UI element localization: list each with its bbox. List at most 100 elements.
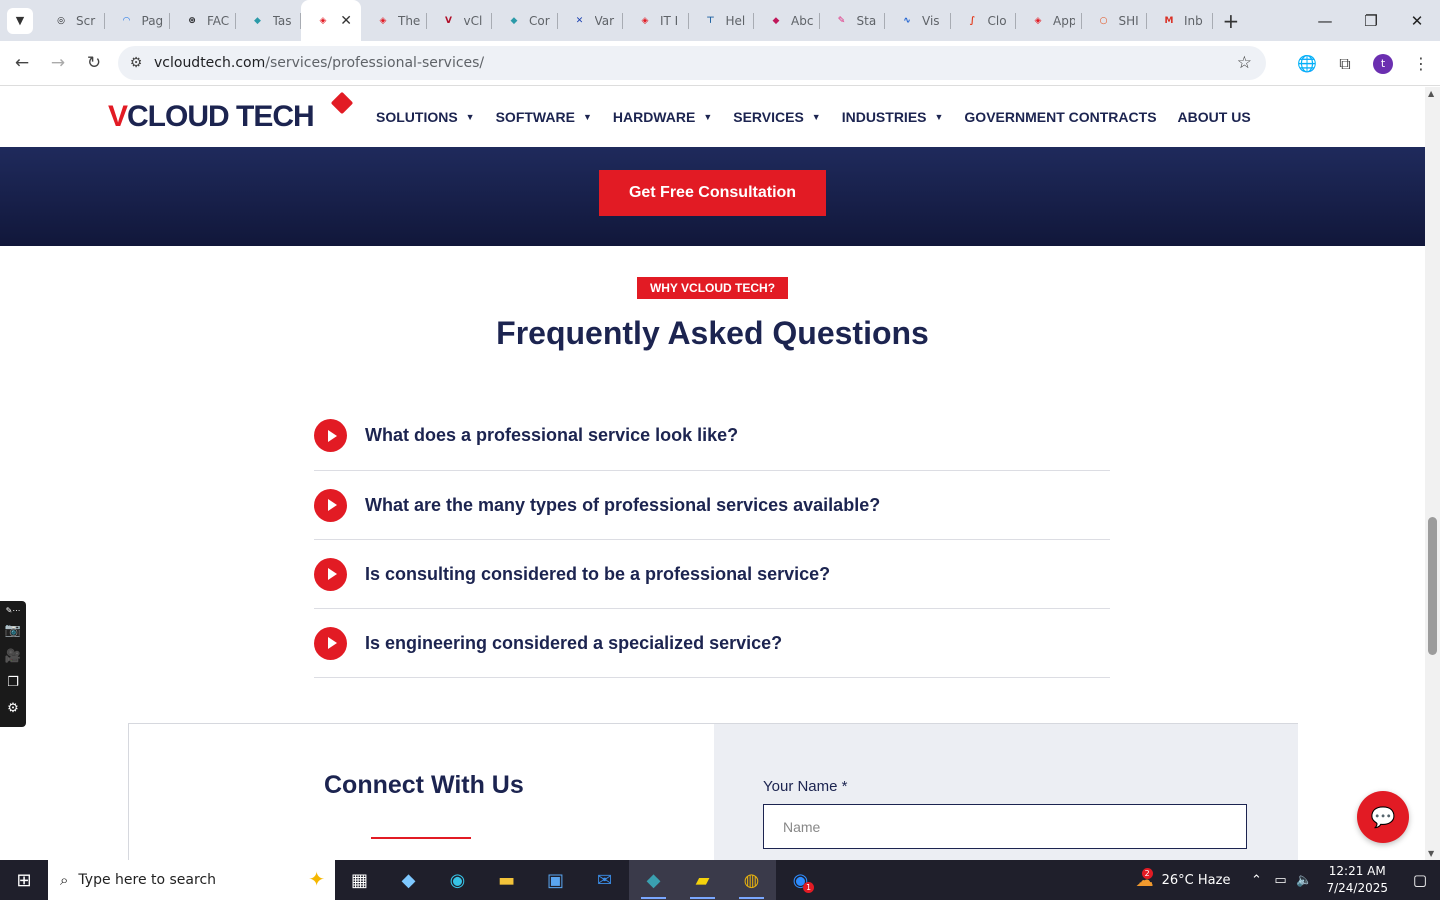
browser-tab[interactable]: ◆ Abc: [754, 0, 820, 41]
get-free-consultation-button[interactable]: Get Free Consultation: [599, 170, 826, 216]
name-input[interactable]: [763, 804, 1247, 849]
scroll-down-icon[interactable]: ▼: [1428, 849, 1434, 858]
browser-tab[interactable]: ◆ Tas: [236, 0, 302, 41]
forward-icon[interactable]: →: [40, 45, 76, 81]
new-tab-button[interactable]: +: [1223, 9, 1240, 33]
tab-favicon-icon: V: [445, 15, 452, 26]
nav-item-services[interactable]: SERVICES ▼: [733, 109, 820, 125]
notifications-icon[interactable]: ▢: [1400, 871, 1440, 889]
browser-tab[interactable]: ⊛ FAC: [170, 0, 236, 41]
minimize-icon[interactable]: —: [1302, 0, 1348, 41]
browser-tab[interactable]: ◈ App: [1016, 0, 1082, 41]
task-view-icon[interactable]: ▦: [335, 860, 384, 900]
mail-icon[interactable]: ✉: [580, 860, 629, 900]
show-hidden-icons-icon[interactable]: ⌃: [1244, 873, 1268, 888]
faq-item[interactable]: What does a professional service look li…: [314, 401, 1110, 471]
tab-title: Tas: [272, 13, 292, 28]
taskbar-search[interactable]: ⌕ Type here to search ✦: [48, 860, 335, 900]
nav-item-industries[interactable]: INDUSTRIES ▼: [842, 109, 944, 125]
file-explorer-icon[interactable]: ▬: [482, 860, 531, 900]
browser-tab[interactable]: ○ SHI: [1082, 0, 1148, 41]
site-info-icon[interactable]: ⚙: [118, 55, 154, 71]
scroll-up-icon[interactable]: ▲: [1428, 89, 1434, 98]
play-circle-icon: [314, 557, 347, 591]
nav-item-software[interactable]: SOFTWARE ▼: [496, 109, 592, 125]
store-icon[interactable]: ▣: [531, 860, 580, 900]
nav-item-government-contracts[interactable]: GOVERNMENT CONTRACTS: [964, 109, 1156, 125]
browser-tab[interactable]: ⊤ Hel: [689, 0, 755, 41]
faq-accordion: What does a professional service look li…: [314, 401, 1110, 678]
faq-item[interactable]: What are the many types of professional …: [314, 471, 1110, 540]
url-text[interactable]: vcloudtech.com/services/professional-ser…: [154, 55, 484, 71]
zoom-icon[interactable]: ◉ 1: [776, 860, 825, 900]
browser-tab[interactable]: M Inb: [1147, 0, 1213, 41]
toolbar-grip-icon[interactable]: ✎⋯: [6, 603, 21, 617]
nav-item-label: INDUSTRIES: [841, 109, 927, 125]
settings-gear-icon[interactable]: ⚙: [7, 695, 19, 721]
page-scrollbar[interactable]: ▲ ▼: [1425, 87, 1440, 860]
tab-favicon-icon: ✕: [575, 15, 584, 26]
tab-favicon-icon: ◠: [123, 15, 130, 26]
browser-tab[interactable]: ∿ Vis: [885, 0, 951, 41]
section-badge: WHY VCLOUD TECH?: [637, 277, 788, 299]
browser-tab[interactable]: ◎ Scr: [39, 0, 105, 41]
reload-icon[interactable]: ↻: [76, 45, 112, 81]
consultation-band: Get Free Consultation: [0, 147, 1425, 246]
site-logo[interactable]: VCLOUD TECH: [108, 91, 354, 137]
tab-favicon-icon: ◈: [319, 15, 327, 26]
copilot-icon[interactable]: ◆: [384, 860, 433, 900]
main-nav: SOLUTIONS ▼ SOFTWARE ▼ HARDWARE ▼ SERVICES ▼ IND…: [376, 87, 1272, 147]
browser-tab[interactable]: ✕ Var: [558, 0, 624, 41]
profile-avatar[interactable]: t: [1373, 53, 1393, 74]
chat-widget-button[interactable]: 💬: [1357, 791, 1409, 843]
app-diamond-icon[interactable]: ◆: [629, 860, 678, 900]
windows-icon[interactable]: ❐: [7, 669, 19, 695]
tab-favicon-icon: ∫: [969, 15, 976, 26]
browser-tab[interactable]: ∫ Clo: [951, 0, 1017, 41]
bookmark-star-icon[interactable]: ☆: [1237, 53, 1252, 73]
close-window-icon[interactable]: ✕: [1394, 0, 1440, 41]
camera-icon[interactable]: 📷: [5, 617, 21, 643]
network-icon[interactable]: ▭: [1268, 873, 1292, 888]
sticky-notes-icon[interactable]: ▰: [678, 860, 727, 900]
restore-icon[interactable]: ❐: [1348, 0, 1394, 41]
toolbar-actions: 🌐 ⧉ t ⋮: [1288, 41, 1440, 86]
scrollbar-thumb[interactable]: [1428, 517, 1437, 655]
translate-icon[interactable]: 🌐: [1288, 54, 1326, 73]
omnibox[interactable]: ⚙ vcloudtech.com/services/professional-s…: [118, 46, 1266, 80]
browser-tab[interactable]: ◈ The: [361, 0, 427, 41]
nav-item-hardware[interactable]: HARDWARE ▼: [613, 109, 712, 125]
close-tab-icon[interactable]: ✕: [340, 13, 352, 29]
tab-search-button[interactable]: ▼: [7, 7, 33, 34]
tab-title: Vis: [922, 13, 940, 28]
more-menu-icon[interactable]: ⋮: [1402, 54, 1440, 73]
browser-tab[interactable]: ◆ Cor: [492, 0, 558, 41]
nav-item-about-us[interactable]: ABOUT US: [1178, 109, 1251, 125]
heading-underline: [371, 837, 471, 839]
taskbar-clock[interactable]: 12:21 AM 7/24/2025: [1326, 863, 1388, 897]
nav-item-label: ABOUT US: [1177, 109, 1251, 125]
browser-tab[interactable]: ◠ Pag: [105, 0, 171, 41]
clock-time: 12:21 AM: [1328, 864, 1386, 878]
faq-item[interactable]: Is engineering considered a specialized …: [314, 609, 1110, 678]
volume-icon[interactable]: 🔈: [1292, 873, 1316, 888]
edge-icon[interactable]: ◉: [433, 860, 482, 900]
browser-tab-active[interactable]: ◈ ✕: [301, 0, 361, 41]
back-icon[interactable]: ←: [4, 45, 40, 81]
browser-tab[interactable]: ✎ Sta: [820, 0, 886, 41]
faq-item[interactable]: Is consulting considered to be a profess…: [314, 540, 1110, 609]
extensions-icon[interactable]: ⧉: [1326, 54, 1364, 74]
weather-widget[interactable]: ☁ 2 26°C Haze: [1136, 867, 1230, 891]
browser-tab[interactable]: ◈ IT I: [623, 0, 689, 41]
browser-tab[interactable]: VvCl: [427, 0, 493, 41]
url-path: /services/professional-services/: [265, 55, 485, 71]
logo-mark: V: [108, 100, 128, 133]
chevron-down-icon: ▼: [15, 14, 25, 27]
nav-item-solutions[interactable]: SOLUTIONS ▼: [376, 109, 475, 125]
chrome-icon[interactable]: ◍: [727, 860, 776, 900]
start-button[interactable]: ⊞: [0, 860, 48, 900]
nav-item-label: HARDWARE: [612, 109, 696, 125]
logo-text: CLOUD TECH: [127, 100, 315, 133]
video-camera-icon[interactable]: 🎥: [5, 643, 21, 669]
contact-form-panel: Your Name *: [714, 724, 1298, 860]
